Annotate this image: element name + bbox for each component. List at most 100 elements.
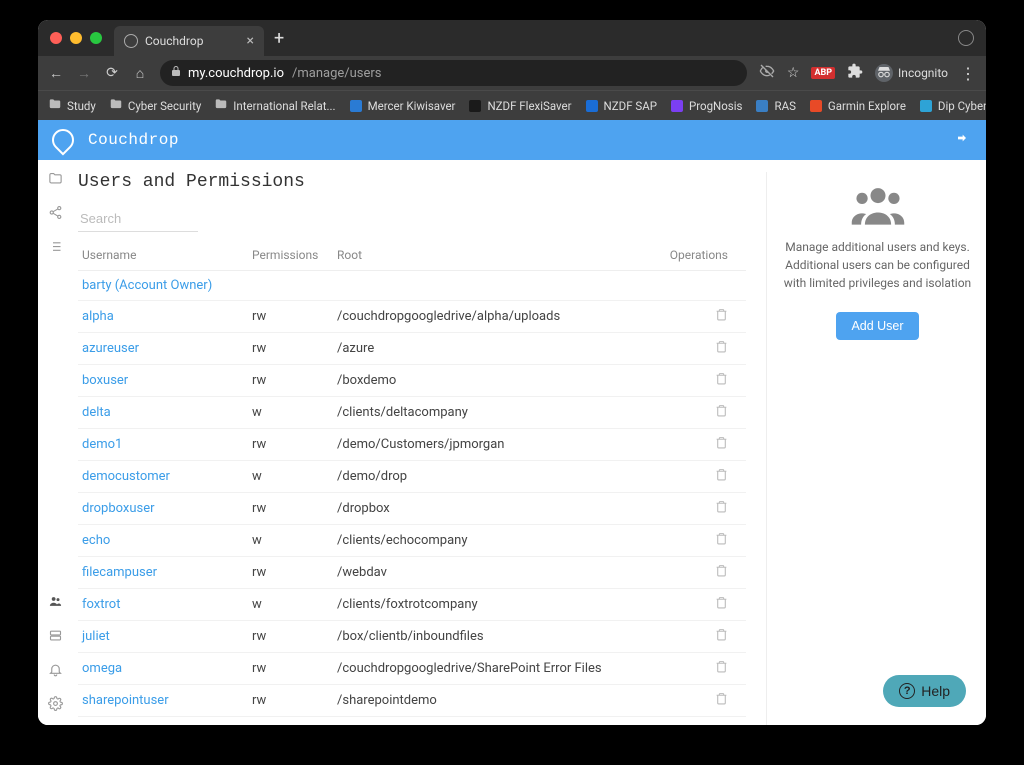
logout-button[interactable] (956, 130, 972, 150)
reload-button[interactable]: ⟳ (104, 65, 120, 81)
sidebar-item-notifications[interactable] (47, 661, 63, 677)
username-link[interactable]: boxuser (82, 373, 128, 388)
browser-menu-button[interactable]: ⋮ (960, 64, 976, 83)
delete-user-button[interactable] (715, 502, 728, 517)
permissions-cell: rw (248, 493, 333, 525)
couchdrop-logo-icon[interactable] (47, 124, 78, 155)
bookmark-item[interactable]: Study (48, 97, 96, 114)
delete-user-button[interactable] (715, 662, 728, 677)
app-header: Couchdrop (38, 120, 986, 160)
help-button[interactable]: ? Help (883, 675, 966, 707)
sidebar-item-storage[interactable] (47, 627, 63, 643)
browser-tab[interactable]: Couchdrop × (114, 26, 264, 56)
search-input[interactable] (78, 206, 198, 232)
back-button[interactable]: ← (48, 65, 64, 82)
close-window-button[interactable] (50, 32, 62, 44)
table-row: barty (Account Owner) (78, 271, 746, 301)
app-sidebar (38, 160, 72, 725)
address-bar[interactable]: my.couchdrop.io/manage/users (160, 60, 747, 86)
sidebar-item-list[interactable] (47, 238, 63, 254)
username-link[interactable]: echo (82, 533, 110, 548)
table-row: julietrw/box/clientb/inboundfiles (78, 621, 746, 653)
help-label: Help (921, 683, 950, 699)
delete-user-button[interactable] (715, 342, 728, 357)
username-link[interactable]: omega (82, 661, 122, 676)
add-user-button[interactable]: Add User (836, 312, 918, 340)
operations-cell (666, 429, 746, 461)
maximize-window-button[interactable] (90, 32, 102, 44)
bookmark-item[interactable]: NZDF FlexiSaver (468, 99, 571, 113)
app-viewport: Couchdrop (38, 120, 986, 725)
username-link[interactable]: filecampuser (82, 565, 157, 580)
bookmark-item[interactable]: NZDF SAP (585, 99, 657, 113)
table-row: filecampuserrw/webdav (78, 557, 746, 589)
extensions-button[interactable] (847, 63, 863, 83)
table-row: echow/clients/echocompany (78, 525, 746, 557)
permissions-cell: rw (248, 333, 333, 365)
close-tab-button[interactable]: × (247, 33, 254, 49)
incognito-indicator[interactable]: Incognito (875, 64, 948, 82)
bookmark-item[interactable]: Dip CyberSec (919, 99, 986, 113)
root-cell: /demo/Customers/jpmorgan (333, 429, 666, 461)
folder-icon (48, 97, 62, 114)
delete-user-button[interactable] (715, 310, 728, 325)
delete-user-button[interactable] (715, 566, 728, 581)
delete-user-button[interactable] (715, 406, 728, 421)
permissions-cell: rw (248, 365, 333, 397)
operations-cell (666, 301, 746, 333)
new-tab-button[interactable]: + (274, 28, 284, 49)
username-link[interactable]: barty (Account Owner) (82, 278, 212, 293)
username-link[interactable]: sharepointuser (82, 693, 169, 708)
bookmark-item[interactable]: Mercer Kiwisaver (349, 99, 456, 113)
permissions-cell: rw (248, 429, 333, 461)
folder-icon (109, 97, 123, 114)
operations-cell (666, 653, 746, 685)
username-link[interactable]: demo1 (82, 437, 122, 452)
bookmark-item[interactable]: Garmin Explore (809, 99, 906, 113)
home-button[interactable]: ⌂ (132, 65, 148, 82)
delete-user-button[interactable] (715, 630, 728, 645)
operations-cell (666, 525, 746, 557)
username-link[interactable]: delta (82, 405, 111, 420)
permissions-cell: rw (248, 621, 333, 653)
username-link[interactable]: democustomer (82, 469, 170, 484)
sidebar-item-files[interactable] (47, 170, 63, 186)
delete-user-button[interactable] (715, 534, 728, 549)
username-link[interactable]: azureuser (82, 341, 139, 356)
sidebar-item-users[interactable] (47, 593, 63, 609)
bookmark-label: Dip CyberSec (938, 99, 986, 113)
delete-user-button[interactable] (715, 598, 728, 613)
sidebar-item-share[interactable] (47, 204, 63, 220)
bookmark-item[interactable]: RAS (755, 99, 795, 113)
delete-user-button[interactable] (715, 438, 728, 453)
bookmark-star-icon[interactable]: ☆ (787, 65, 800, 81)
abp-extension-badge[interactable]: ABP (811, 67, 835, 79)
delete-user-button[interactable] (715, 694, 728, 709)
operations-cell (666, 621, 746, 653)
bookmark-item[interactable]: ProgNosis (670, 99, 743, 113)
table-row: foxtrotw/clients/foxtrotcompany (78, 589, 746, 621)
delete-user-button[interactable] (715, 470, 728, 485)
side-panel: Manage additional users and keys. Additi… (766, 172, 986, 725)
username-link[interactable]: alpha (82, 309, 114, 324)
username-link[interactable]: dropboxuser (82, 501, 155, 516)
forward-button[interactable]: → (76, 65, 92, 82)
username-link[interactable]: juliet (82, 629, 110, 644)
bookmark-item[interactable]: International Relat... (214, 97, 335, 114)
bookmark-label: Cyber Security (128, 99, 201, 113)
sidebar-item-settings[interactable] (47, 695, 63, 711)
root-cell (333, 271, 666, 301)
bookmark-label: ProgNosis (689, 99, 743, 113)
minimize-window-button[interactable] (70, 32, 82, 44)
bookmarks-bar: Study Cyber Security International Relat..… (38, 90, 986, 120)
table-row: alpharw/couchdropgoogledrive/alpha/uploa… (78, 301, 746, 333)
bookmark-item[interactable]: Cyber Security (109, 97, 201, 114)
delete-user-button[interactable] (715, 374, 728, 389)
operations-cell (666, 685, 746, 717)
root-cell: /couchdropgoogledrive/alpha/uploads (333, 301, 666, 333)
account-indicator-icon[interactable] (958, 30, 974, 46)
username-link[interactable]: foxtrot (82, 597, 120, 612)
main-content: Users and Permissions Username Permissio… (72, 160, 986, 725)
titlebar: Couchdrop × + (38, 20, 986, 56)
bookmark-label: Mercer Kiwisaver (368, 99, 456, 113)
